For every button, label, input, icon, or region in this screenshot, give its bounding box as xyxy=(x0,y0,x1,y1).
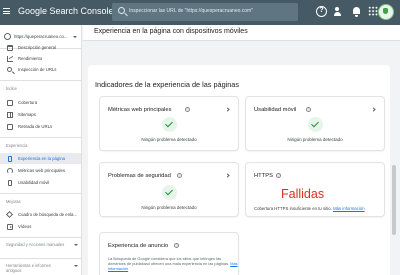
page-experience-icon xyxy=(8,155,12,162)
chevron-down-icon xyxy=(73,36,77,38)
sidebar-item-sitemaps[interactable]: Sitemaps xyxy=(0,109,81,120)
apps-grid-icon[interactable] xyxy=(368,6,378,16)
scrollbar-thumb[interactable] xyxy=(392,165,396,235)
card-status: Ningún problema detectado xyxy=(287,137,343,142)
sidebar-item-videos[interactable]: Vídeos xyxy=(0,221,81,232)
hamburger-menu-icon[interactable] xyxy=(3,8,10,14)
chevron-down-icon[interactable] xyxy=(74,265,78,267)
users-icon[interactable] xyxy=(334,6,345,17)
card-title: HTTPS xyxy=(254,173,274,179)
home-icon xyxy=(7,44,13,51)
card-ad-experience[interactable]: Experiencia de anuncio ? La Búsqueda de … xyxy=(100,233,238,275)
sidebar-item-label: Rendimiento xyxy=(18,56,43,61)
card-title: Métricas web principales xyxy=(108,107,172,113)
divider xyxy=(0,193,81,194)
divider xyxy=(0,237,81,238)
coverage-icon xyxy=(7,99,13,106)
sidebar-item-label: Métricas web principales xyxy=(18,168,66,173)
video-icon xyxy=(7,223,13,230)
card-security-issues[interactable]: Problemas de seguridad ? Ningún problema… xyxy=(100,163,238,216)
removals-icon xyxy=(7,123,13,130)
help-icon[interactable]: ? xyxy=(306,107,311,112)
chevron-right-icon[interactable] xyxy=(371,107,376,112)
divider xyxy=(0,137,81,138)
sidebar-item-label: Usabilidad móvil xyxy=(18,180,50,185)
help-icon[interactable]: ? xyxy=(174,243,179,248)
sidebar-item-label: Sitemaps xyxy=(18,112,36,117)
sidebar-item-label: Cobertura xyxy=(18,100,38,105)
main-content: Experiencia en la página con dispositivo… xyxy=(83,25,400,275)
sidebar-item-coverage[interactable]: Cobertura xyxy=(0,97,81,108)
chevron-right-icon[interactable] xyxy=(225,173,230,178)
card-core-web-vitals[interactable]: Métricas web principales ? Ningún proble… xyxy=(100,97,238,150)
sitemap-icon xyxy=(7,111,13,118)
notifications-bell-icon[interactable] xyxy=(351,6,362,17)
ad-experience-description: La Búsqueda de Google considera que los … xyxy=(108,256,238,271)
section-toggle-security[interactable]: Seguridad y Acciones manuales xyxy=(6,242,66,247)
sidebar: https://queperacruaneo.co... Descripción… xyxy=(0,25,82,275)
globe-icon xyxy=(4,33,11,40)
sidebar-item-performance[interactable]: Rendimiento xyxy=(0,53,81,64)
gauge-icon xyxy=(7,167,13,174)
ad-description-text: La Búsqueda de Google considera que los … xyxy=(108,256,230,266)
sidebar-item-label: Experiencia en la página xyxy=(18,156,66,161)
sidebar-item-mobile-usability[interactable]: Usabilidad móvil xyxy=(0,177,81,188)
page-title: Experiencia en la página con dispositivo… xyxy=(94,28,248,35)
https-fail-status: Fallidas xyxy=(281,187,325,201)
card-status: Ningún problema detectado xyxy=(141,205,197,210)
search-placeholder: Inspeccionar las URL de "https://quesper… xyxy=(129,8,253,14)
sidebar-item-core-web-vitals[interactable]: Métricas web principales xyxy=(0,165,81,176)
property-label: https://queperacruaneo.co... xyxy=(14,34,68,39)
sidebar-item-label: Retirada de URLs xyxy=(18,124,53,129)
sidebar-item-url-inspection[interactable]: Inspección de URLs xyxy=(0,64,81,75)
sidebar-item-label: Descripción general xyxy=(18,45,56,50)
trending-up-icon xyxy=(7,55,13,62)
check-icon xyxy=(162,117,177,132)
sidebar-item-label: Cuadro de búsqueda de enla... xyxy=(18,212,78,217)
sidebar-item-label: Inspección de URLs xyxy=(18,67,57,72)
https-description-text: Cobertura HTTPS insuficiente en tu sitio… xyxy=(254,206,332,211)
url-inspection-search-input[interactable]: Inspeccionar las URL de "https://quesper… xyxy=(112,3,298,21)
sidebar-item-sitelinks-searchbox[interactable]: Cuadro de búsqueda de enla... xyxy=(0,209,81,220)
chevron-down-icon[interactable] xyxy=(74,244,78,246)
section-title-index: Índice xyxy=(6,86,17,91)
check-icon xyxy=(162,185,177,200)
top-app-bar: Google Search Console Inspeccionar las U… xyxy=(0,0,400,25)
card-status: Ningún problema detectado xyxy=(141,137,197,142)
search-icon xyxy=(7,66,12,72)
section-heading: Indicadores de la experiencia de las pág… xyxy=(95,80,240,89)
sidebar-item-label: Vídeos xyxy=(18,224,32,229)
check-icon xyxy=(308,117,323,132)
card-mobile-usability[interactable]: Usabilidad móvil ? Ningún problema detec… xyxy=(246,97,384,150)
help-icon[interactable]: ? xyxy=(276,173,281,178)
section-toggle-legacy-tools[interactable]: Herramientas e informes antiguos xyxy=(6,263,66,273)
divider xyxy=(0,258,81,259)
chevron-right-icon[interactable] xyxy=(225,107,230,112)
section-title-experience: Experiencia xyxy=(6,143,28,148)
sidebar-item-removals[interactable]: Retirada de URLs xyxy=(0,121,81,132)
divider xyxy=(0,80,81,81)
help-icon[interactable]: ? xyxy=(177,173,182,178)
sidebar-item-page-experience[interactable]: Experiencia en la página xyxy=(0,153,81,164)
section-title-enhancements: Mejoras xyxy=(6,199,21,204)
app-logo[interactable]: Google Search Console xyxy=(18,6,114,16)
enhancement-diamond-icon xyxy=(5,210,14,218)
card-title: Experiencia de anuncio xyxy=(108,243,169,249)
search-icon xyxy=(118,7,125,14)
card-title: Usabilidad móvil xyxy=(254,107,297,113)
page-header: Experiencia en la página con dispositivo… xyxy=(83,25,400,41)
help-icon[interactable]: ? xyxy=(185,107,190,112)
account-avatar[interactable] xyxy=(378,4,394,20)
phone-icon xyxy=(8,179,12,186)
learn-more-link[interactable]: Más información xyxy=(333,206,365,211)
https-description: Cobertura HTTPS insuficiente en tu sitio… xyxy=(254,206,365,211)
card-title: Problemas de seguridad xyxy=(108,173,171,179)
card-https[interactable]: HTTPS ? Fallidas Cobertura HTTPS insufic… xyxy=(246,163,384,216)
sidebar-item-overview[interactable]: Descripción general xyxy=(0,42,81,53)
help-icon[interactable]: ? xyxy=(316,6,327,17)
